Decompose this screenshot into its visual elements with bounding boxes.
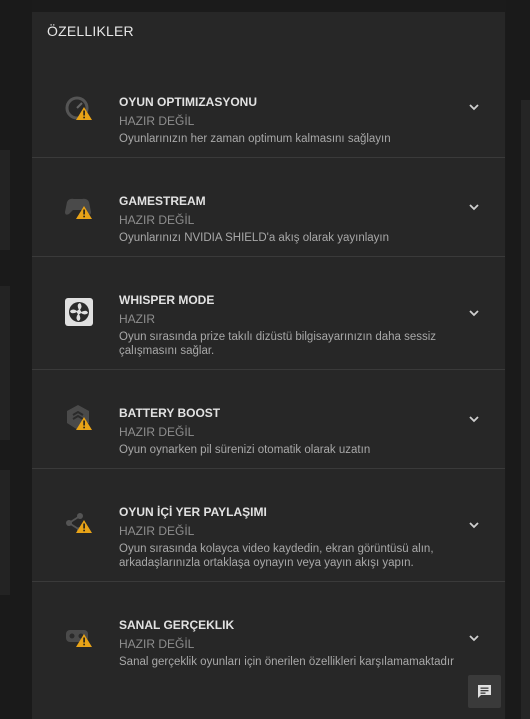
share-icon	[64, 508, 94, 538]
chevron-down-icon[interactable]	[468, 100, 480, 112]
battery-boost-icon	[64, 403, 94, 433]
feature-name: SANAL GERÇEKLIK	[119, 618, 235, 632]
feature-name: BATTERY BOOST	[119, 406, 221, 420]
feature-text: OYUN OPTIMIZASYONU HAZIR DEĞİL Oyunların…	[119, 94, 459, 146]
feature-virtual-reality[interactable]: SANAL GERÇEKLIK HAZIR DEĞİL Sanal gerçek…	[32, 581, 505, 719]
whisper-mode-fan-icon	[64, 297, 94, 327]
background-block	[0, 286, 10, 440]
feature-status: HAZIR DEĞİL	[119, 213, 195, 227]
chat-feedback-button[interactable]	[468, 675, 501, 708]
feature-description: Oyunlarınızın her zaman optimum kalmasın…	[119, 133, 391, 145]
feature-text: OYUN İÇİ YER PAYLAŞIMI HAZIR DEĞİL Oyun …	[119, 504, 459, 570]
background-block	[0, 150, 10, 250]
gamestream-controller-icon	[64, 192, 94, 222]
feature-game-optimization[interactable]: OYUN OPTIMIZASYONU HAZIR DEĞİL Oyunların…	[32, 56, 505, 158]
chevron-down-icon[interactable]	[468, 631, 480, 643]
feature-description: Oyunlarınızı NVIDIA SHIELD'a akış olarak…	[119, 232, 390, 244]
feature-description: Sanal gerçeklik oyunları için önerilen ö…	[119, 656, 454, 668]
feature-name: OYUN OPTIMIZASYONU	[119, 95, 258, 109]
feature-name: WHISPER MODE	[119, 293, 215, 307]
scrollbar-track[interactable]	[521, 100, 530, 719]
feature-in-game-overlay[interactable]: OYUN İÇİ YER PAYLAŞIMI HAZIR DEĞİL Oyun …	[32, 468, 505, 582]
feature-whisper-mode[interactable]: WHISPER MODE HAZIR Oyun sırasında prize …	[32, 256, 505, 370]
feature-text: SANAL GERÇEKLIK HAZIR DEĞİL Sanal gerçek…	[119, 617, 459, 669]
chevron-down-icon[interactable]	[468, 200, 480, 212]
chevron-down-icon[interactable]	[468, 306, 480, 318]
feature-text: WHISPER MODE HAZIR Oyun sırasında prize …	[119, 292, 459, 358]
feature-description: Oyun oynarken pil sürenizi otomatik olar…	[119, 444, 371, 456]
features-panel: ÖZELLIKLER OYUN OPTIMIZASYONU HAZIR DEĞİ…	[32, 12, 505, 719]
feature-name: OYUN İÇİ YER PAYLAŞIMI	[119, 505, 267, 519]
feature-description: Oyun sırasında kolayca video kaydedin, e…	[119, 543, 434, 569]
feature-battery-boost[interactable]: BATTERY BOOST HAZIR DEĞİL Oyun oynarken …	[32, 369, 505, 469]
feature-text: BATTERY BOOST HAZIR DEĞİL Oyun oynarken …	[119, 405, 459, 457]
background-block	[0, 470, 10, 595]
feature-status: HAZIR	[119, 312, 155, 326]
chevron-down-icon[interactable]	[468, 412, 480, 424]
feature-status: HAZIR DEĞİL	[119, 524, 195, 538]
feature-status: HAZIR DEĞİL	[119, 425, 195, 439]
panel-title: ÖZELLIKLER	[47, 23, 134, 39]
game-optimization-icon	[64, 93, 94, 123]
chevron-down-icon[interactable]	[468, 518, 480, 530]
feature-status: HAZIR DEĞİL	[119, 114, 195, 128]
feature-gamestream[interactable]: GAMESTREAM HAZIR DEĞİL Oyunlarınızı NVID…	[32, 157, 505, 257]
feature-description: Oyun sırasında prize takılı dizüstü bilg…	[119, 331, 437, 357]
feature-name: GAMESTREAM	[119, 194, 206, 208]
chat-feedback-icon	[477, 684, 492, 699]
feature-status: HAZIR DEĞİL	[119, 637, 195, 651]
vr-headset-icon	[64, 621, 94, 651]
feature-text: GAMESTREAM HAZIR DEĞİL Oyunlarınızı NVID…	[119, 193, 459, 245]
